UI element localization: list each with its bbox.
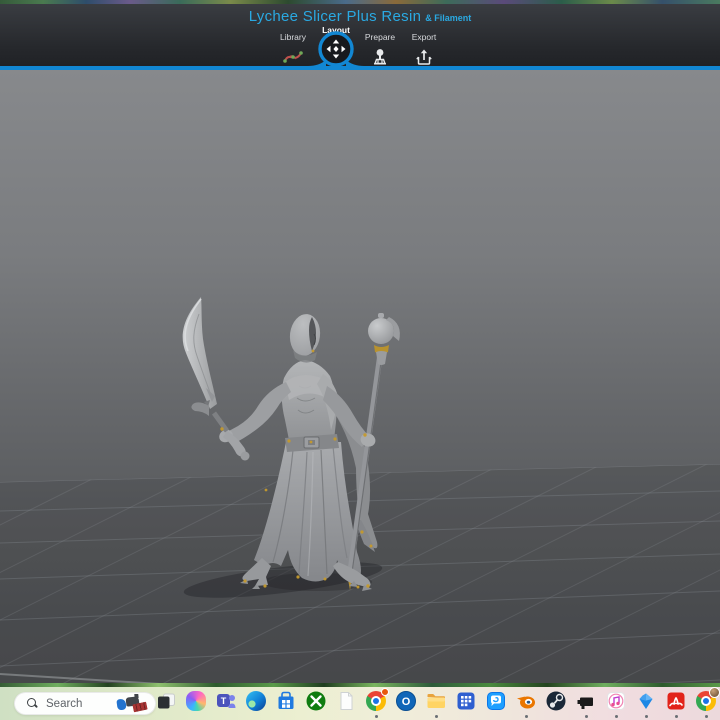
app-title-suffix: & Filament: [425, 13, 472, 23]
microsoft-store-icon[interactable]: [275, 690, 297, 712]
profile-avatar: [709, 687, 720, 698]
outlook-icon[interactable]: O: [395, 690, 417, 712]
running-indicator-dot: [434, 715, 438, 718]
tab-layout[interactable]: [308, 24, 364, 70]
acrobat-icon[interactable]: [665, 690, 687, 718]
chrome-icon[interactable]: [365, 688, 389, 718]
search-highlight-thumbnail: [115, 694, 149, 713]
edge-icon[interactable]: [245, 690, 267, 712]
search-icon: [27, 698, 38, 709]
search-placeholder: Search: [46, 697, 83, 710]
copilot-icon[interactable]: [185, 690, 207, 712]
blue-gem-icon[interactable]: [635, 690, 657, 718]
tab-export-label: Export: [411, 32, 437, 42]
running-indicator-dot: [584, 715, 588, 718]
running-indicator-dot: [644, 715, 648, 718]
chrome-notification-badge: [381, 688, 389, 696]
app-title: Lychee Slicer Plus Resin: [248, 8, 422, 25]
itunes-icon[interactable]: [605, 690, 627, 718]
task-view-icon[interactable]: [155, 690, 177, 712]
teams-icon[interactable]: T: [215, 690, 237, 712]
notepad-icon[interactable]: [335, 690, 357, 712]
svg-text:O: O: [402, 696, 411, 708]
blender-icon[interactable]: [515, 690, 537, 718]
running-indicator-dot: [704, 715, 708, 718]
svg-text:T: T: [221, 696, 227, 706]
capture-device-icon[interactable]: [575, 690, 597, 718]
steam-icon[interactable]: [545, 690, 567, 712]
chat-app-icon[interactable]: [485, 690, 507, 712]
app-grid-icon[interactable]: [455, 690, 477, 712]
running-indicator-dot: [674, 715, 678, 718]
search-input[interactable]: Search: [14, 692, 156, 715]
screen: Lychee Slicer Plus Resin & Filament Libra…: [0, 0, 720, 720]
running-indicator-dot: [374, 715, 378, 718]
running-indicator-dot: [614, 715, 618, 718]
viewport-3d-canvas[interactable]: [0, 70, 720, 683]
file-explorer-icon[interactable]: [425, 690, 447, 718]
xbox-icon[interactable]: [305, 690, 327, 712]
running-indicator-dot: [524, 715, 528, 718]
model-hooded-figure[interactable]: [165, 290, 415, 605]
chrome-profile-icon[interactable]: [695, 687, 720, 718]
